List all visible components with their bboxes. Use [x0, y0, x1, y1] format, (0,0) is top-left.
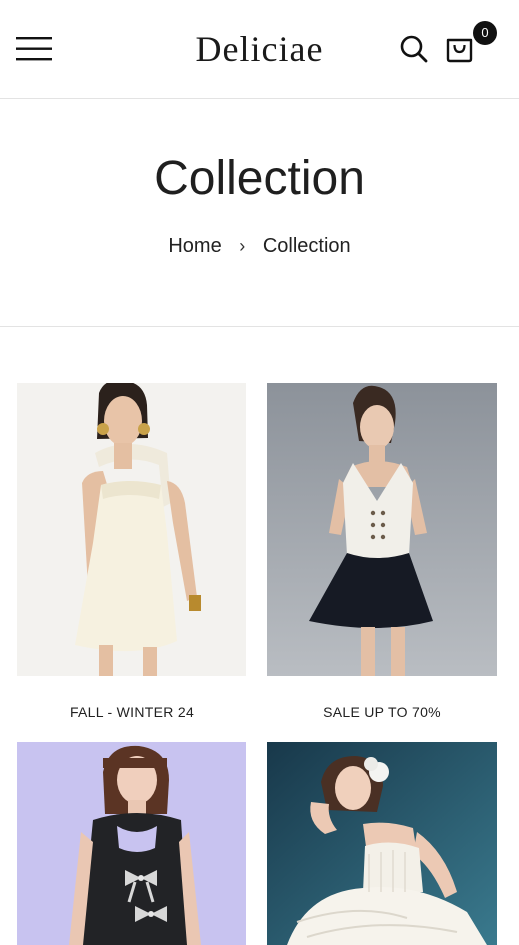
page-hero: Collection Home › Collection — [0, 99, 519, 327]
page-title: Collection — [154, 152, 365, 205]
breadcrumb-home-link[interactable]: Home — [168, 235, 221, 258]
collection-tile-bows[interactable] — [17, 742, 246, 945]
search-icon[interactable] — [399, 34, 429, 64]
breadcrumb-current: Collection — [262, 235, 351, 258]
cart-icon[interactable] — [444, 30, 476, 64]
collection-image — [17, 742, 246, 945]
collection-label[interactable]: FALL - WINTER 24 — [17, 704, 247, 720]
collection-tile-white-dress[interactable] — [267, 742, 497, 945]
site-logo[interactable]: Deliciae — [0, 28, 519, 70]
collection-tile-fall-winter[interactable] — [17, 383, 246, 676]
chevron-right-icon: › — [239, 236, 246, 257]
collection-image — [267, 742, 497, 945]
collection-tile-sale[interactable] — [267, 383, 497, 676]
cart-count-badge: 0 — [473, 21, 497, 45]
collection-image — [17, 383, 246, 676]
collection-label[interactable]: SALE UP TO 70% — [267, 704, 497, 720]
collection-image — [267, 383, 497, 676]
site-header: Deliciae 0 — [0, 0, 519, 99]
breadcrumb: Home › Collection — [0, 235, 519, 258]
